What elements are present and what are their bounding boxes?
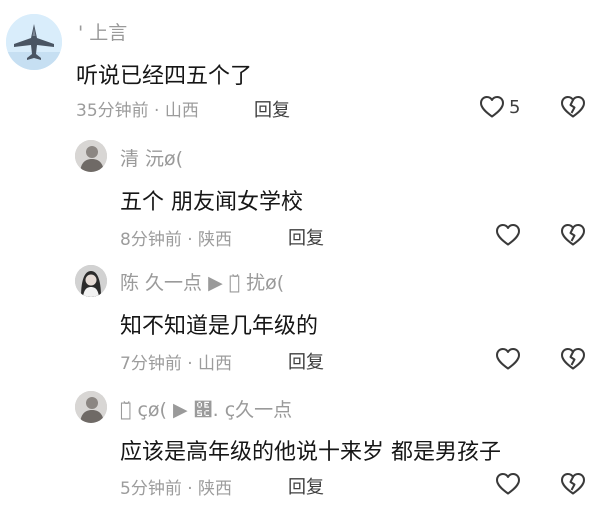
comment-username[interactable]: ' 上言 bbox=[78, 18, 127, 45]
dislike-button[interactable] bbox=[560, 95, 586, 119]
heart-icon bbox=[496, 473, 520, 495]
avatar[interactable] bbox=[75, 391, 107, 423]
dislike-button[interactable] bbox=[560, 347, 586, 371]
girl-avatar-icon bbox=[75, 265, 107, 297]
reply-button[interactable]: 回复 bbox=[288, 473, 324, 499]
like-button[interactable] bbox=[495, 472, 521, 496]
like-count: 5 bbox=[509, 96, 521, 118]
comment-username[interactable]: 陈 久一点 ▶ 清̆ 扰ø( bbox=[120, 268, 284, 295]
reply-button[interactable]: 回复 bbox=[288, 224, 324, 250]
heart-icon bbox=[480, 96, 504, 118]
comment-content: 应该是高年级的他说十来岁 都是男孩子 bbox=[120, 440, 501, 465]
comment-username[interactable]: 清 沅ø( bbox=[120, 144, 183, 171]
dislike-button[interactable] bbox=[560, 223, 586, 247]
broken-heart-icon bbox=[561, 473, 585, 495]
comment-content: 知不知道是几年级的 bbox=[120, 314, 319, 339]
heart-icon bbox=[496, 348, 520, 370]
avatar[interactable] bbox=[6, 14, 62, 70]
reply-button[interactable]: 回复 bbox=[288, 348, 324, 374]
comment-meta: 5分钟前 · 陕西 bbox=[120, 479, 233, 499]
broken-heart-icon bbox=[561, 224, 585, 246]
comment-username[interactable]: 清̆ çø( ▶ ๜. ç久一点 bbox=[120, 395, 292, 422]
comment-meta: 8分钟前 · 陕西 bbox=[120, 230, 233, 250]
fighter-jet-avatar-icon bbox=[6, 14, 62, 70]
like-button[interactable] bbox=[495, 223, 521, 247]
comment-meta: 7分钟前 · 山西 bbox=[120, 354, 233, 374]
person-avatar-icon bbox=[75, 140, 107, 172]
like-button[interactable] bbox=[495, 347, 521, 371]
avatar[interactable] bbox=[75, 140, 107, 172]
broken-heart-icon bbox=[561, 96, 585, 118]
reply-button[interactable]: 回复 bbox=[254, 96, 290, 122]
comment-content: 听说已经四五个了 bbox=[76, 64, 253, 89]
comment-content: 五个 朋友闻女学校 bbox=[120, 190, 303, 215]
person-avatar-icon bbox=[75, 391, 107, 423]
dislike-button[interactable] bbox=[560, 472, 586, 496]
like-button[interactable]: 5 bbox=[479, 95, 520, 119]
broken-heart-icon bbox=[561, 348, 585, 370]
avatar[interactable] bbox=[75, 265, 107, 297]
heart-icon bbox=[496, 224, 520, 246]
comment-meta: 35分钟前 · 山西 bbox=[76, 101, 199, 121]
